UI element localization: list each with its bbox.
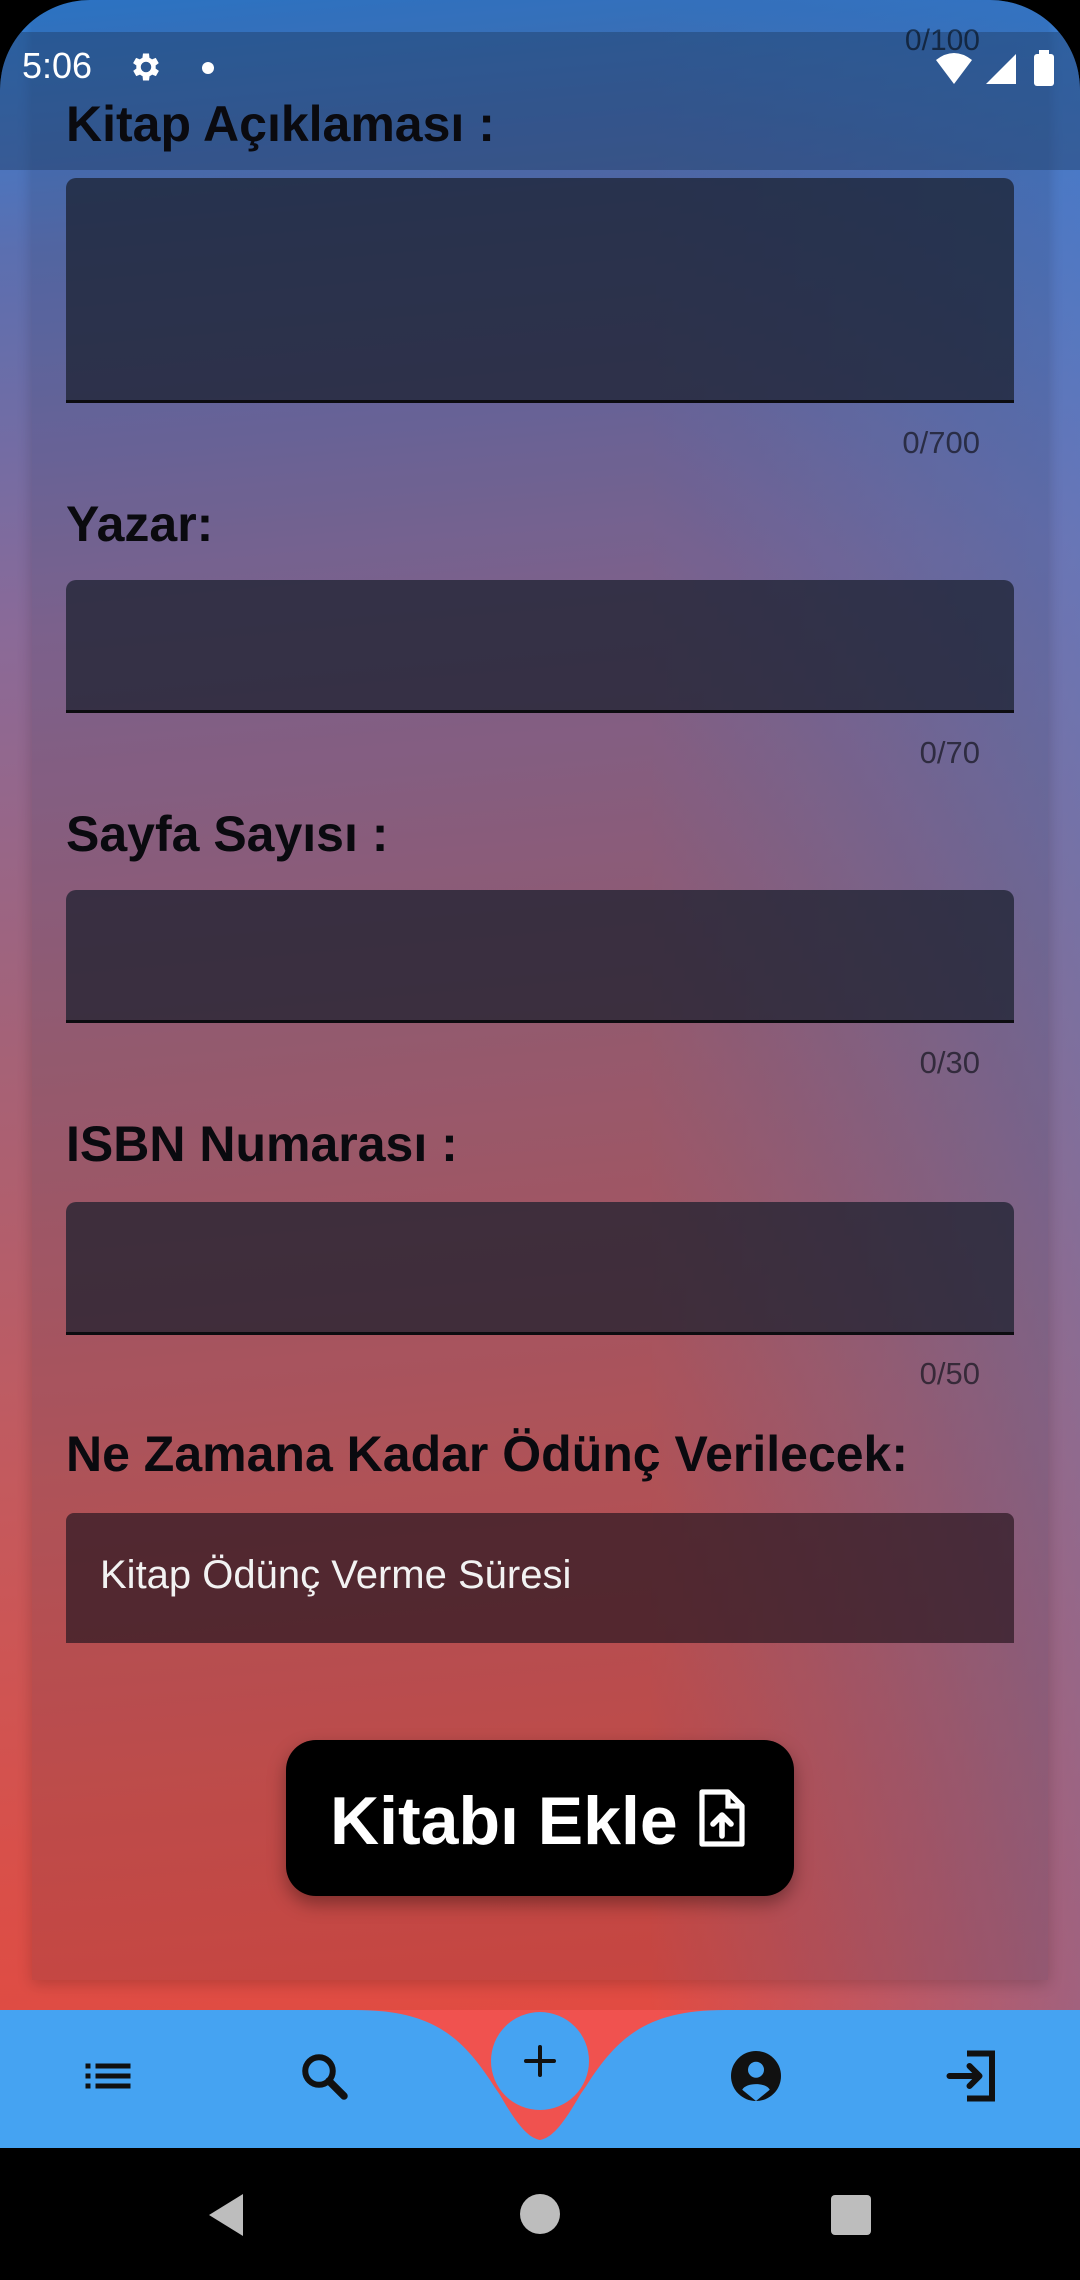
signal-icon (986, 54, 1016, 84)
status-time: 5:06 (22, 45, 93, 86)
add-book-button-label: Kitabı Ekle (330, 1783, 678, 1859)
screen: 0/100 5:06 Kitap Açıklaması : 0/700 Yaza… (0, 0, 1080, 2280)
file-upload-icon (699, 1789, 745, 1847)
gear-icon (133, 53, 159, 81)
add-book-button[interactable]: Kitabı Ekle (286, 1740, 794, 1896)
notification-dot (202, 62, 214, 74)
pages-counter: 0/30 (919, 1045, 980, 1080)
home-icon[interactable] (518, 2192, 562, 2236)
author-field[interactable] (66, 580, 1014, 713)
system-status-icons (936, 50, 1054, 86)
loan-label: Ne Zamana Kadar Ödünç Verilecek: (66, 1426, 909, 1482)
pages-field[interactable] (66, 890, 1014, 1023)
battery-icon (1034, 54, 1054, 86)
add-fab-button[interactable] (491, 2012, 589, 2110)
wifi-icon (936, 53, 972, 84)
add-icon (524, 2045, 556, 2077)
system-navigation-bar (0, 2148, 1080, 2280)
search-icon[interactable] (294, 2046, 354, 2106)
description-counter: 0/700 (902, 425, 980, 460)
list-icon[interactable] (78, 2046, 138, 2106)
description-label: Kitap Açıklaması : (66, 96, 495, 152)
author-label: Yazar: (66, 496, 214, 552)
description-field[interactable] (66, 178, 1014, 403)
isbn-label: ISBN Numarası : (66, 1116, 458, 1172)
recents-icon[interactable] (830, 2194, 872, 2236)
loan-duration-dropdown[interactable]: Kitap Ödünç Verme Süresi (66, 1513, 1014, 1643)
loan-duration-value: Kitap Ödünç Verme Süresi (100, 1553, 572, 1597)
author-counter: 0/70 (919, 735, 980, 770)
pages-label: Sayfa Sayısı : (66, 806, 389, 862)
logout-icon[interactable] (942, 2046, 1002, 2106)
account-icon[interactable] (726, 2046, 786, 2106)
isbn-field[interactable] (66, 1202, 1014, 1335)
back-icon[interactable] (205, 2192, 245, 2238)
isbn-counter: 0/50 (919, 1356, 980, 1391)
